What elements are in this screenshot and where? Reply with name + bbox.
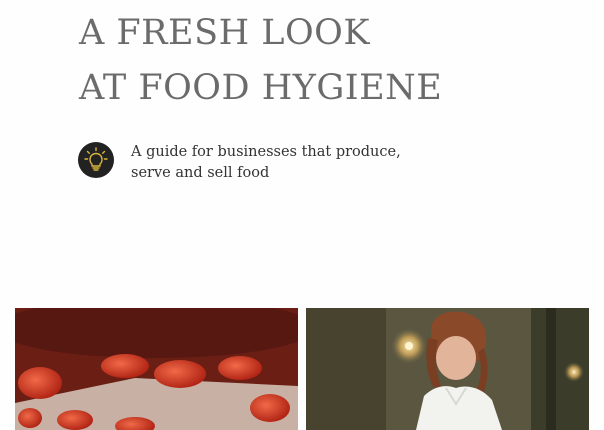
title-line-2: AT FOOD HYGIENE: [79, 68, 443, 108]
subtitle-line-1: A guide for businesses that produce,: [131, 144, 401, 160]
lightbulb-icon: [84, 147, 108, 171]
lightbulb-badge: [78, 142, 114, 178]
strawberries-illustration: [15, 308, 298, 430]
chef-illustration: [306, 308, 589, 430]
cover-page: A FRESH LOOK AT FOOD HYGIENE A guide for…: [0, 0, 604, 430]
page-title: A FRESH LOOK AT FOOD HYGIENE: [79, 6, 442, 116]
title-line-1: A FRESH LOOK: [79, 13, 370, 53]
chef-photo: [306, 308, 589, 430]
subtitle-line-2: serve and sell food: [131, 165, 270, 181]
strawberries-photo: [15, 308, 298, 430]
page-subtitle: A guide for businesses that produce, ser…: [131, 142, 431, 184]
